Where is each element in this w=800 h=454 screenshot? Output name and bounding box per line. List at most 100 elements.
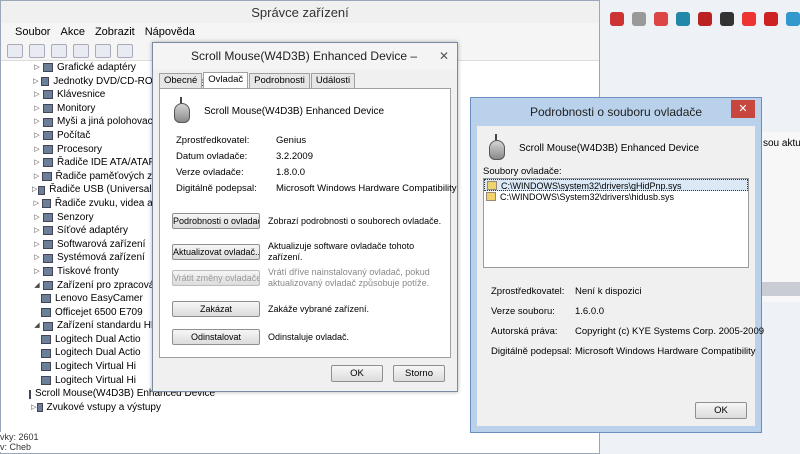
driver-file-list[interactable]: C:\WINDOWS\system32\drivers\gHidPnp.sys … bbox=[483, 178, 749, 268]
collapsed-arrow-icon[interactable]: ▷ bbox=[31, 238, 43, 252]
driver-tab-panel: Scroll Mouse(W4D3B) Enhanced Device Zpro… bbox=[159, 88, 457, 358]
tree-item[interactable]: ▷ Monitory bbox=[1, 102, 161, 116]
collapsed-arrow-icon[interactable]: ▷ bbox=[31, 183, 38, 197]
tab-ovladac[interactable]: Ovladač bbox=[203, 72, 249, 88]
help-icon[interactable] bbox=[95, 43, 111, 58]
tree-item[interactable]: Logitech Virtual Hi bbox=[1, 374, 161, 388]
device-header: Scroll Mouse(W4D3B) Enhanced Device bbox=[170, 97, 384, 125]
device-header: Scroll Mouse(W4D3B) Enhanced Device bbox=[485, 134, 699, 162]
field-label: Zprostředkovatel: bbox=[491, 286, 565, 297]
app-icon[interactable] bbox=[654, 12, 668, 26]
expanded-arrow-icon[interactable]: ◢ bbox=[31, 319, 43, 333]
tree-item[interactable]: Scroll Mouse(W4D3B) Enhanced Device bbox=[1, 387, 215, 401]
field-label: Verze souboru: bbox=[491, 306, 555, 317]
tab-obecne[interactable]: Obecné bbox=[159, 73, 203, 88]
tree-item[interactable]: Logitech Dual Actio bbox=[1, 346, 161, 360]
tree-item[interactable]: ▷ Řadiče paměťových zař bbox=[1, 170, 161, 184]
tree-item[interactable]: ▷ Klávesnice bbox=[1, 88, 161, 102]
field-value: Microsoft Windows Hardware Compatibility bbox=[276, 183, 457, 194]
tab-podrobnosti[interactable]: Podrobnosti bbox=[249, 73, 310, 88]
driver-file-details-dialog: Podrobnosti o souboru ovladače ✕ Scroll … bbox=[470, 97, 764, 433]
device-icon bbox=[43, 212, 53, 222]
tree-item[interactable]: ◢ Zařízení pro zpracován bbox=[1, 279, 161, 293]
collapsed-arrow-icon[interactable]: ▷ bbox=[31, 156, 43, 170]
view-icon[interactable] bbox=[73, 43, 89, 58]
close-icon[interactable]: ✕ bbox=[439, 49, 449, 63]
collapsed-arrow-icon[interactable]: ▷ bbox=[31, 102, 43, 116]
tree-item[interactable]: ▷ Řadiče IDE ATA/ATAPI bbox=[1, 156, 161, 170]
properties-icon[interactable] bbox=[51, 43, 67, 58]
expanded-arrow-icon[interactable]: ◢ bbox=[31, 279, 43, 293]
close-button[interactable]: ✕ bbox=[731, 100, 755, 118]
app-icon[interactable] bbox=[610, 12, 624, 26]
scan-icon[interactable] bbox=[117, 43, 133, 58]
app-icon[interactable] bbox=[720, 12, 734, 26]
collapsed-arrow-icon[interactable]: ▷ bbox=[31, 61, 43, 75]
back-icon[interactable] bbox=[7, 43, 23, 58]
collapsed-arrow-icon[interactable]: ▷ bbox=[31, 75, 41, 89]
tree-item[interactable]: ▷ Počítač bbox=[1, 129, 161, 143]
collapsed-arrow-icon[interactable]: ▷ bbox=[31, 197, 42, 211]
menu-soubor[interactable]: Soubor bbox=[15, 26, 50, 38]
menu-akce[interactable]: Akce bbox=[60, 26, 84, 38]
device-name: Scroll Mouse(W4D3B) Enhanced Device bbox=[204, 105, 385, 117]
device-icon bbox=[41, 307, 51, 317]
forward-icon[interactable] bbox=[29, 43, 45, 58]
collapsed-arrow-icon[interactable]: ▷ bbox=[31, 251, 43, 265]
update-driver-button[interactable]: Aktualizovat ovladač... bbox=[172, 244, 260, 260]
mouse-icon bbox=[170, 97, 194, 125]
disable-button[interactable]: Zakázat bbox=[172, 301, 260, 317]
tree-item[interactable]: ▷ Softwarová zařízení bbox=[1, 238, 161, 252]
tree-item[interactable]: ◢ Zařízení standardu HID bbox=[1, 319, 161, 333]
device-icon bbox=[43, 63, 53, 73]
list-item[interactable]: C:\WINDOWS\System32\drivers\hidusb.sys bbox=[484, 191, 748, 203]
files-label: Soubory ovladače: bbox=[483, 166, 562, 177]
tree-item-label: Myši a jiná polohovací bbox=[57, 116, 156, 128]
tree-item[interactable]: ▷ Myši a jiná polohovací bbox=[1, 115, 161, 129]
cancel-button[interactable]: Storno bbox=[393, 365, 445, 382]
collapsed-arrow-icon[interactable]: ▷ bbox=[31, 211, 43, 225]
collapsed-arrow-icon[interactable]: ▷ bbox=[31, 143, 43, 157]
app-icon[interactable] bbox=[676, 12, 690, 26]
field-label: Zprostředkovatel: bbox=[176, 135, 250, 146]
tree-item[interactable]: ▷ Procesory bbox=[1, 143, 161, 157]
tree-item[interactable]: ▷ Tiskové fronty bbox=[1, 265, 161, 279]
tree-item[interactable]: Logitech Virtual Hi bbox=[1, 360, 161, 374]
ok-button[interactable]: OK bbox=[695, 402, 747, 419]
collapsed-arrow-icon[interactable]: ▷ bbox=[31, 224, 43, 238]
tree-item[interactable]: ▷ Senzory bbox=[1, 211, 161, 225]
list-item[interactable]: C:\WINDOWS\system32\drivers\gHidPnp.sys bbox=[484, 179, 748, 191]
driver-details-button[interactable]: Podrobnosti o ovladači bbox=[172, 213, 260, 229]
tree-item[interactable]: Lenovo EasyCamer bbox=[1, 292, 161, 306]
collapsed-arrow-icon[interactable]: ▷ bbox=[31, 265, 43, 279]
tree-item[interactable]: ▷ Grafické adaptéry bbox=[1, 61, 161, 75]
tray-icons bbox=[610, 12, 800, 26]
app-icon[interactable] bbox=[742, 12, 756, 26]
device-icon bbox=[41, 294, 51, 304]
tree-item[interactable]: ▷ Jednotky DVD/CD-ROM bbox=[1, 75, 161, 89]
tab-udalosti[interactable]: Události bbox=[310, 73, 356, 88]
app-icon[interactable] bbox=[786, 12, 800, 26]
collapsed-arrow-icon[interactable]: ▷ bbox=[31, 129, 43, 143]
app-icon[interactable] bbox=[698, 12, 712, 26]
app-icon[interactable] bbox=[632, 12, 646, 26]
tree-item[interactable]: Logitech Dual Actio bbox=[1, 333, 161, 347]
collapsed-arrow-icon[interactable]: ▷ bbox=[31, 88, 43, 102]
uninstall-button[interactable]: Odinstalovat bbox=[172, 329, 260, 345]
collapsed-arrow-icon[interactable]: ▷ bbox=[31, 170, 42, 184]
tree-item[interactable]: ▷ Řadiče USB (Universal S bbox=[1, 183, 161, 197]
menu-zobrazit[interactable]: Zobrazit bbox=[95, 26, 135, 38]
tree-item[interactable]: ▷ Síťové adaptéry bbox=[1, 224, 161, 238]
tree-item[interactable]: Officejet 6500 E709 bbox=[1, 306, 161, 320]
menu-bar: Soubor Akce Zobrazit Nápověda bbox=[1, 23, 599, 41]
device-icon bbox=[40, 76, 50, 86]
rollback-driver-button[interactable]: Vrátit změny ovladače bbox=[172, 270, 260, 286]
tree-item[interactable]: ▷ Zvukové vstupy a výstupy bbox=[1, 401, 161, 415]
action-description: Zakáže vybrané zařízení. bbox=[268, 303, 370, 314]
app-icon[interactable] bbox=[764, 12, 778, 26]
tree-item[interactable]: ▷ Řadiče zvuku, videa a h bbox=[1, 197, 161, 211]
collapsed-arrow-icon[interactable]: ▷ bbox=[31, 115, 43, 129]
menu-napoveda[interactable]: Nápověda bbox=[145, 26, 195, 38]
ok-button[interactable]: OK bbox=[331, 365, 383, 382]
tree-item[interactable]: ▷ Systémová zařízení bbox=[1, 251, 161, 265]
